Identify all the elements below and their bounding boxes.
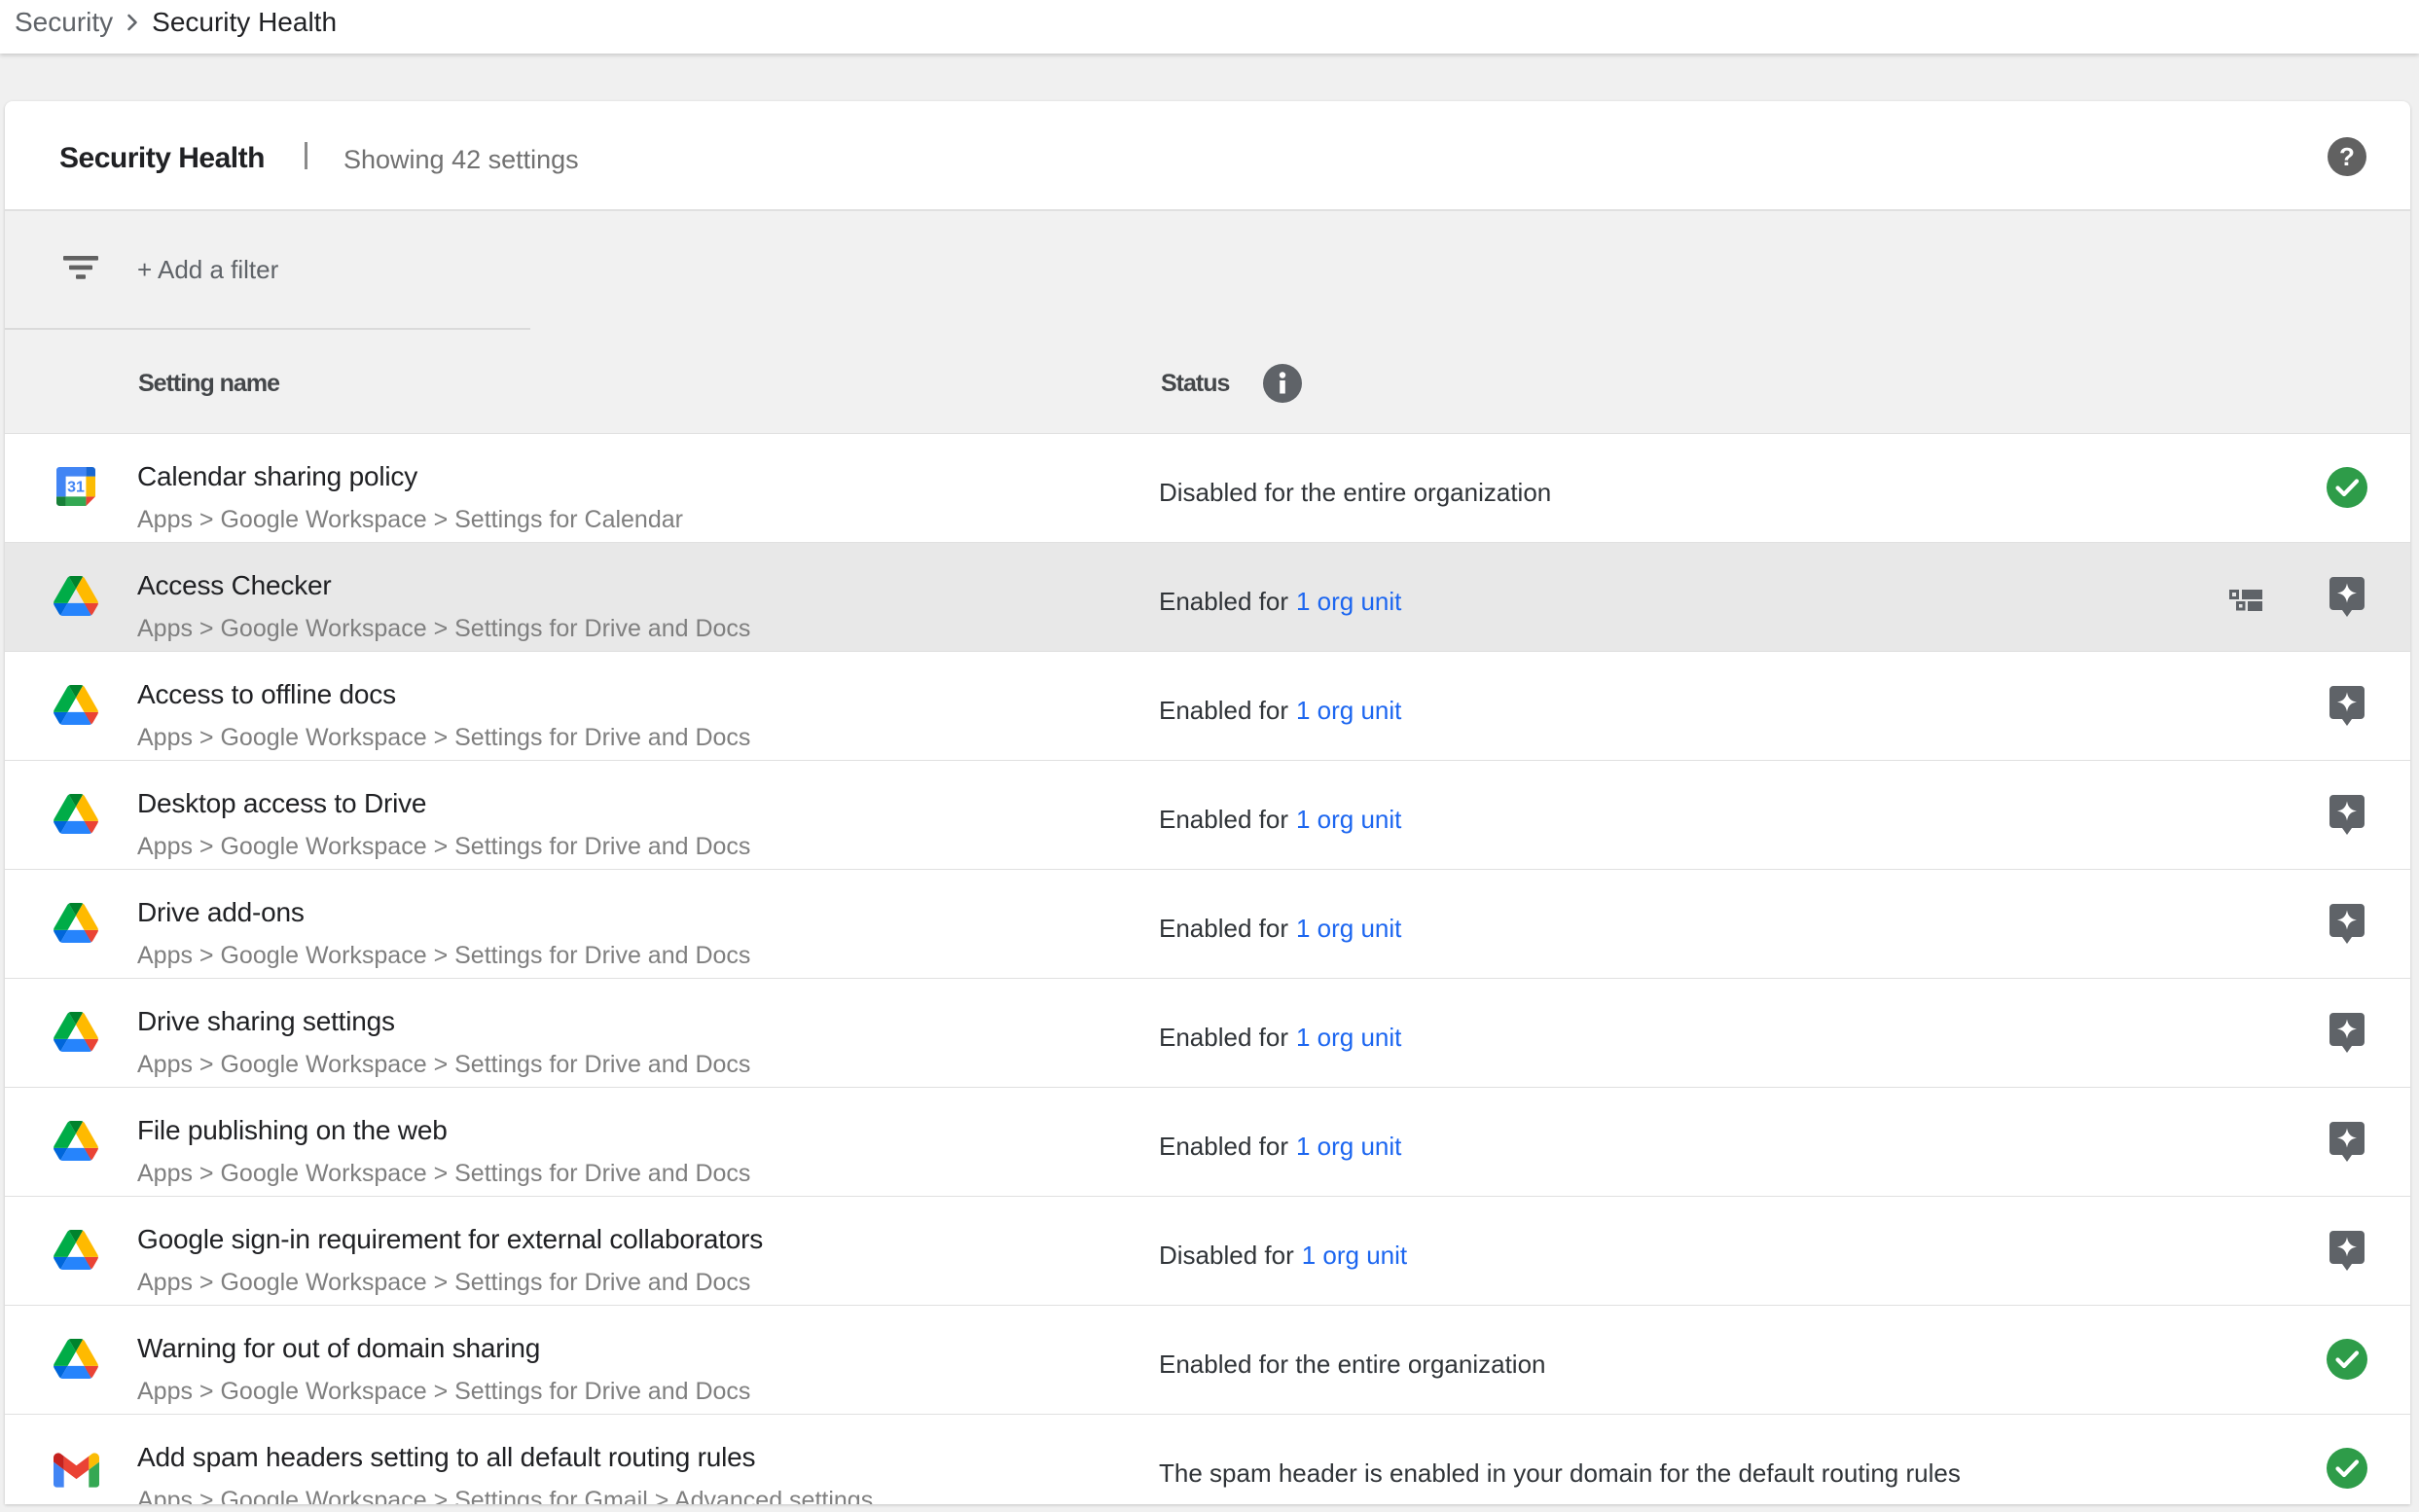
- svg-text:31: 31: [67, 479, 85, 495]
